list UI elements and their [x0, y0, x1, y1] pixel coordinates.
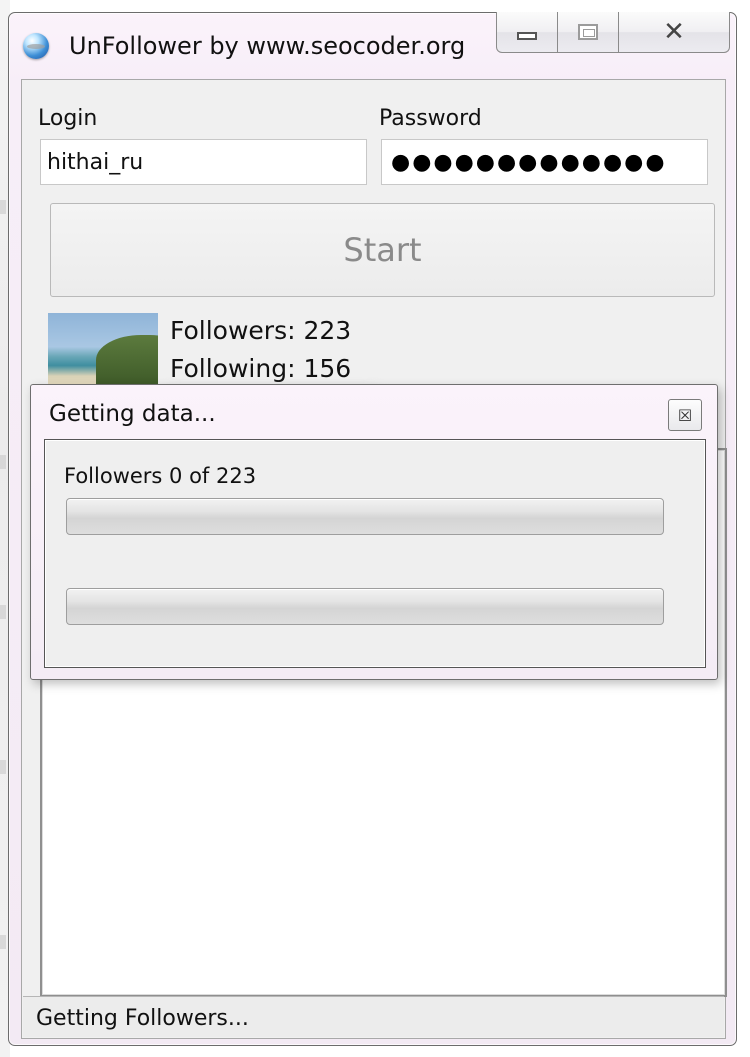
password-input[interactable]: ●●●●●●●●●●●●● — [381, 139, 708, 185]
start-button[interactable]: Start — [50, 203, 715, 297]
app-globe-icon — [23, 33, 49, 59]
following-count: Following: 156 — [170, 354, 352, 383]
minimize-icon — [517, 32, 537, 40]
status-text: Getting Followers... — [36, 1006, 249, 1031]
followers-count: Followers: 223 — [170, 316, 352, 345]
avatar-scenery — [96, 335, 158, 385]
minimize-button[interactable] — [496, 12, 558, 53]
close-icon: ☒ — [677, 405, 693, 425]
dialog-body: Followers 0 of 223 — [44, 439, 706, 668]
close-button[interactable]: ✕ — [618, 12, 730, 53]
password-label: Password — [379, 106, 482, 131]
progress-dialog: Getting data... ☒ Followers 0 of 223 — [30, 384, 718, 680]
status-bar: Getting Followers... — [23, 996, 724, 1037]
window-controls: ✕ — [496, 12, 730, 54]
password-mask: ●●●●●●●●●●●●● — [391, 150, 667, 175]
progress-bar-primary — [66, 498, 664, 535]
avatar — [48, 313, 158, 388]
maximize-button[interactable] — [557, 12, 619, 53]
login-label: Login — [38, 106, 98, 131]
close-icon: ✕ — [663, 17, 685, 47]
dialog-title: Getting data... — [49, 401, 216, 427]
progress-bar-secondary — [66, 588, 664, 625]
login-input[interactable] — [40, 139, 367, 185]
progress-label: Followers 0 of 223 — [64, 464, 257, 488]
dialog-close-button[interactable]: ☒ — [668, 399, 702, 431]
maximize-icon — [578, 24, 598, 40]
window-title: UnFollower by www.seocoder.org — [69, 32, 466, 60]
